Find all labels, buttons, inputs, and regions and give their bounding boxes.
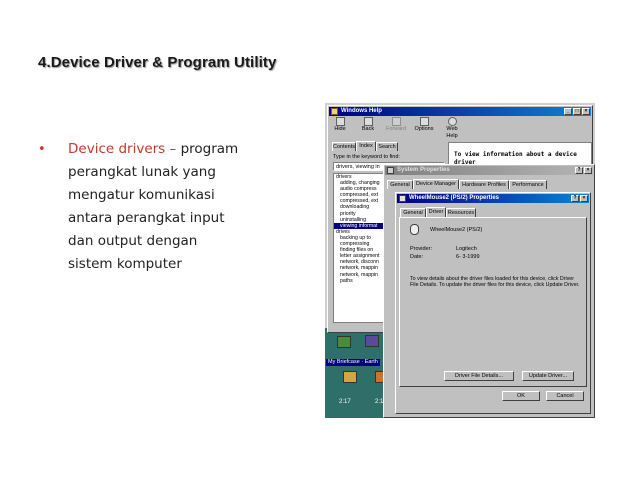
help-book-icon: [331, 108, 338, 115]
update-driver-button[interactable]: Update Driver...: [522, 371, 574, 381]
options-label: Options: [414, 126, 434, 132]
briefcase-label: My Briefcase · Earth: [326, 359, 380, 366]
provider-label: Provider:: [410, 246, 433, 252]
desktop-app-icon[interactable]: [343, 371, 357, 383]
hide-label: Hide: [334, 126, 346, 132]
forward-label: Forward: [386, 126, 407, 132]
tab-general[interactable]: General: [387, 180, 413, 189]
windows-screenshot: My Briefcase · Earth 2:17 2:17 Windows H…: [325, 103, 595, 418]
minimize-icon[interactable]: _: [564, 108, 572, 115]
computer-icon: [387, 167, 394, 174]
driver-info-text: To view details about the driver files l…: [410, 276, 580, 289]
options-icon: [419, 117, 429, 126]
driver-file-details-button[interactable]: Driver File Details...: [444, 371, 514, 381]
back-label: Back: [361, 126, 375, 132]
desktop-app-icon[interactable]: [337, 336, 351, 348]
bullet-line: antara perangkat input: [68, 210, 225, 226]
close-icon[interactable]: ×: [584, 167, 592, 174]
tab-performance[interactable]: Performance: [509, 180, 547, 189]
hide-button[interactable]: Hide: [330, 117, 350, 133]
driver-tab-panel: WheelMouse2 (PS/2) Provider: Logitech Da…: [399, 217, 587, 387]
close-icon[interactable]: ×: [582, 108, 590, 115]
help-icon[interactable]: ?: [571, 195, 579, 202]
options-button[interactable]: Options: [414, 117, 434, 133]
tab-search[interactable]: Search: [376, 142, 398, 151]
tab-contents[interactable]: Contents: [332, 142, 356, 151]
forward-arrow-icon: [391, 117, 401, 126]
hide-icon: [335, 117, 345, 126]
bullet-lead: Device drivers: [68, 141, 166, 157]
keyword-prompt: Type in the keyword to find:: [333, 154, 400, 160]
bullet-line: perangkat lunak yang: [68, 164, 216, 180]
back-button[interactable]: Back: [358, 117, 378, 133]
slide-title: 4.Device Driver & Program Utility: [38, 54, 277, 71]
mouse-icon: [399, 195, 406, 202]
web-help-icon: [447, 117, 457, 126]
bullet-dash: –: [165, 141, 181, 157]
maximize-icon[interactable]: □: [573, 108, 581, 115]
bullet-line: sistem komputer: [68, 256, 182, 272]
mouse-device-icon: [410, 224, 419, 235]
provider-value: Logitech: [456, 246, 477, 252]
desktop-app-icon[interactable]: [365, 335, 379, 347]
tab-hardware-profiles[interactable]: Hardware Profiles: [459, 180, 509, 189]
tab-resources[interactable]: Resources: [446, 208, 476, 217]
device-title: WheelMouse2 (PS/2) Properties: [409, 195, 500, 201]
tab-general[interactable]: General: [400, 208, 426, 217]
forward-button[interactable]: Forward: [386, 117, 406, 133]
bullet-line: dan output dengan: [68, 233, 198, 249]
help-title: Windows Help: [341, 108, 382, 114]
index-list-item[interactable]: network, mappin: [334, 265, 384, 271]
device-name: WheelMouse2 (PS/2): [430, 227, 483, 233]
help-icon[interactable]: ?: [575, 167, 583, 174]
tab-index[interactable]: Index: [356, 141, 376, 151]
bullet-text: Device drivers – program perangkat lunak…: [68, 138, 298, 276]
bullet-first-word: program: [180, 141, 239, 157]
bullet-line: mengatur komunikasi: [68, 187, 215, 203]
clock-label: 2:17: [339, 399, 351, 405]
web-help-label: Web Help: [446, 126, 458, 139]
device-titlebar[interactable]: WheelMouse2 (PS/2) Properties ? ×: [397, 194, 589, 203]
sysprop-title: System Properties: [397, 167, 450, 173]
index-list-item[interactable]: viewing informat: [334, 222, 384, 229]
web-help-button[interactable]: Web Help: [442, 117, 462, 140]
date-value: 6- 3-1999: [456, 254, 480, 260]
index-list[interactable]: drivers adding, changing audio compress com…: [333, 173, 385, 323]
earth-label-text: Earth: [364, 359, 378, 365]
bullet-dot-icon: •: [38, 142, 46, 157]
cancel-button[interactable]: Cancel: [546, 391, 584, 401]
index-list-item[interactable]: paths: [334, 278, 384, 284]
help-titlebar[interactable]: Windows Help _ □ ×: [329, 107, 591, 116]
date-label: Date:: [410, 254, 424, 260]
briefcase-label-text: My Briefcase: [328, 359, 360, 365]
index-list-item[interactable]: network, mappin: [334, 272, 384, 278]
back-arrow-icon: [363, 117, 373, 126]
tab-driver[interactable]: Driver: [426, 207, 446, 217]
device-properties-dialog: WheelMouse2 (PS/2) Properties ? × Genera…: [395, 192, 591, 414]
ok-button[interactable]: OK: [502, 391, 540, 401]
tab-device-manager[interactable]: Device Manager: [413, 179, 459, 189]
topic-line1: To view information about a device: [454, 151, 577, 158]
close-icon[interactable]: ×: [580, 195, 588, 202]
bullet-first-line: Device drivers – program: [68, 138, 298, 161]
sysprop-titlebar[interactable]: System Properties ? ×: [385, 166, 593, 175]
